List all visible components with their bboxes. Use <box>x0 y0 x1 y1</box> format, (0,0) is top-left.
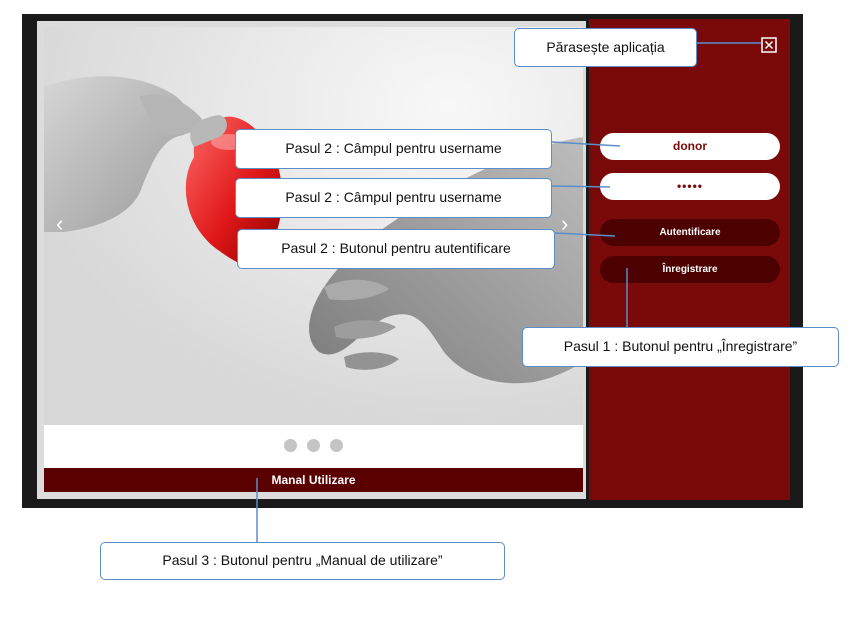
callout-password: Pasul 2 : Câmpul pentru username <box>235 178 552 218</box>
connector-password <box>551 185 611 188</box>
callout-register: Pasul 1 : Butonul pentru „Înregistrare” <box>522 327 839 367</box>
callout-manual: Pasul 3 : Butonul pentru „Manual de util… <box>100 542 505 580</box>
connector-username <box>551 141 621 147</box>
callout-username: Pasul 2 : Câmpul pentru username <box>235 129 552 169</box>
connector-login <box>554 232 616 237</box>
callout-connectors <box>256 42 761 542</box>
callout-exit: Părasește aplicația <box>514 28 697 67</box>
callout-login: Pasul 2 : Butonul pentru autentificare <box>237 229 555 269</box>
